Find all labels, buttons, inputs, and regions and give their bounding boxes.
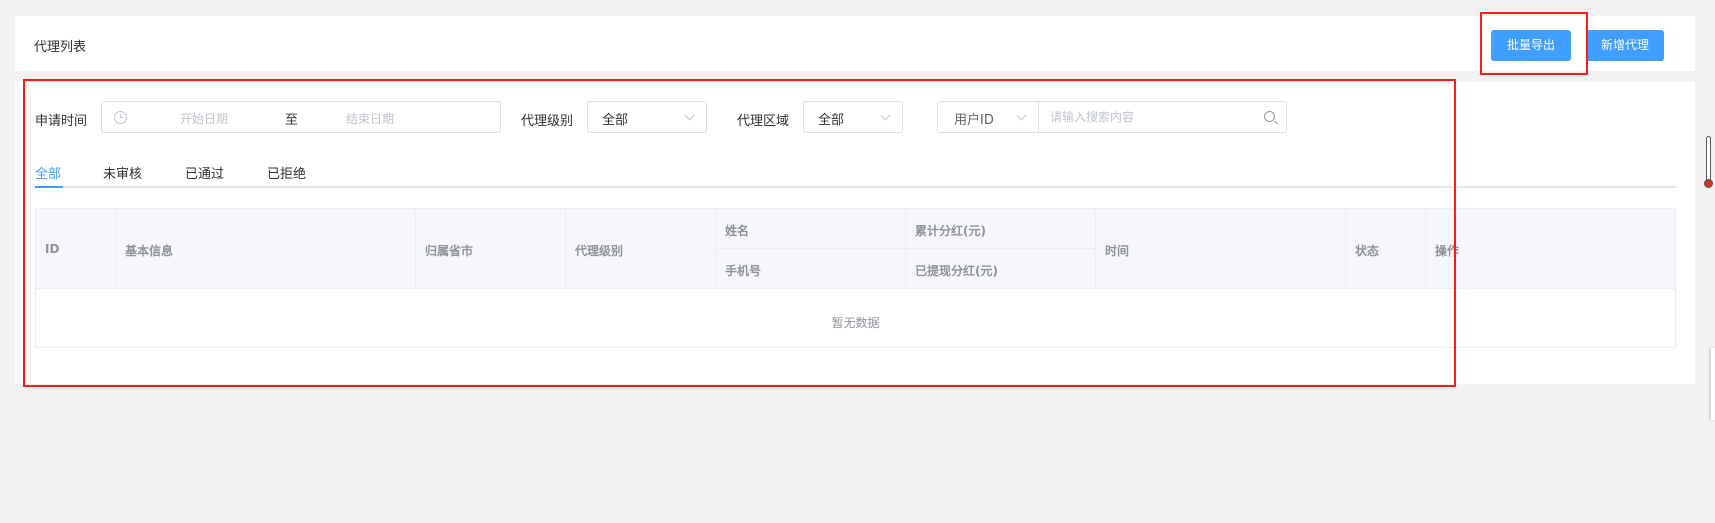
- search-icon[interactable]: [1264, 111, 1275, 122]
- empty-state-text: 暂无数据: [831, 316, 880, 330]
- page-title: 代理列表: [34, 40, 87, 55]
- clock-icon: [114, 111, 127, 124]
- column-header-agent-level: 代理级别: [575, 244, 624, 258]
- column-header-id: ID: [45, 242, 60, 256]
- apply-date-range-picker[interactable]: 开始日期 至 结束日期: [101, 101, 501, 133]
- column-header-time: 时间: [1105, 244, 1130, 258]
- column-header-basic-info: 基本信息: [125, 244, 174, 258]
- agent-region-select[interactable]: 全部: [803, 101, 903, 133]
- column-divider: [715, 209, 716, 289]
- search-input[interactable]: [1050, 107, 1250, 127]
- chevron-down-icon: [1016, 110, 1027, 121]
- chevron-down-icon: [880, 110, 891, 121]
- tab-pending[interactable]: 未审核: [103, 163, 142, 182]
- tab-active-indicator: [35, 186, 63, 188]
- agent-table: ID 基本信息 归属省市 代理级别 姓名 手机号 累计分红(元) 已提现分红(元…: [35, 208, 1676, 348]
- column-divider: [115, 209, 116, 289]
- search-type-select[interactable]: 用户ID: [938, 102, 1039, 132]
- thermometer-bulb-icon: [1704, 179, 1713, 188]
- side-panel-tab[interactable]: [1711, 348, 1715, 420]
- tab-rejected[interactable]: 已拒绝: [267, 163, 306, 182]
- search-box: 用户ID: [937, 101, 1287, 133]
- search-type-value: 用户ID: [954, 113, 994, 128]
- date-range-separator: 至: [285, 113, 299, 128]
- tab-approved[interactable]: 已通过: [185, 163, 224, 182]
- agent-region-label: 代理区域: [737, 114, 790, 129]
- header-card: 代理列表 批量导出 新增代理: [15, 16, 1695, 71]
- end-date-input[interactable]: 结束日期: [346, 110, 394, 127]
- column-divider: [415, 209, 416, 289]
- column-header-status: 状态: [1355, 244, 1380, 258]
- column-divider: [1095, 209, 1096, 289]
- column-header-withdrawn-dividend: 已提现分红(元): [915, 264, 998, 278]
- agent-level-select[interactable]: 全部: [587, 101, 707, 133]
- apply-time-label: 申请时间: [35, 114, 88, 129]
- chevron-down-icon: [684, 110, 695, 121]
- column-header-name: 姓名: [725, 224, 750, 238]
- row-divider: [715, 248, 1095, 249]
- start-date-input[interactable]: 开始日期: [180, 110, 228, 127]
- add-agent-button[interactable]: 新增代理: [1586, 30, 1664, 61]
- agent-region-value: 全部: [818, 113, 845, 128]
- tab-all[interactable]: 全部: [35, 163, 61, 182]
- agent-level-value: 全部: [602, 113, 629, 128]
- column-header-province-city: 归属省市: [425, 244, 474, 258]
- column-divider: [565, 209, 566, 289]
- main-card: 申请时间 开始日期 至 结束日期 代理级别 全部 代理区域 全部 用户ID 全部…: [15, 82, 1695, 384]
- status-tabs: 全部 未审核 已通过 已拒绝: [35, 157, 1676, 188]
- column-divider: [1345, 209, 1346, 289]
- batch-export-button[interactable]: 批量导出: [1491, 30, 1571, 61]
- column-divider: [905, 209, 906, 289]
- column-header-phone: 手机号: [725, 264, 762, 278]
- column-header-total-dividend: 累计分红(元): [915, 224, 986, 238]
- column-divider: [1425, 209, 1426, 289]
- table-header: ID 基本信息 归属省市 代理级别 姓名 手机号 累计分红(元) 已提现分红(元…: [36, 209, 1675, 289]
- agent-level-label: 代理级别: [521, 114, 574, 129]
- column-header-actions: 操作: [1435, 244, 1460, 258]
